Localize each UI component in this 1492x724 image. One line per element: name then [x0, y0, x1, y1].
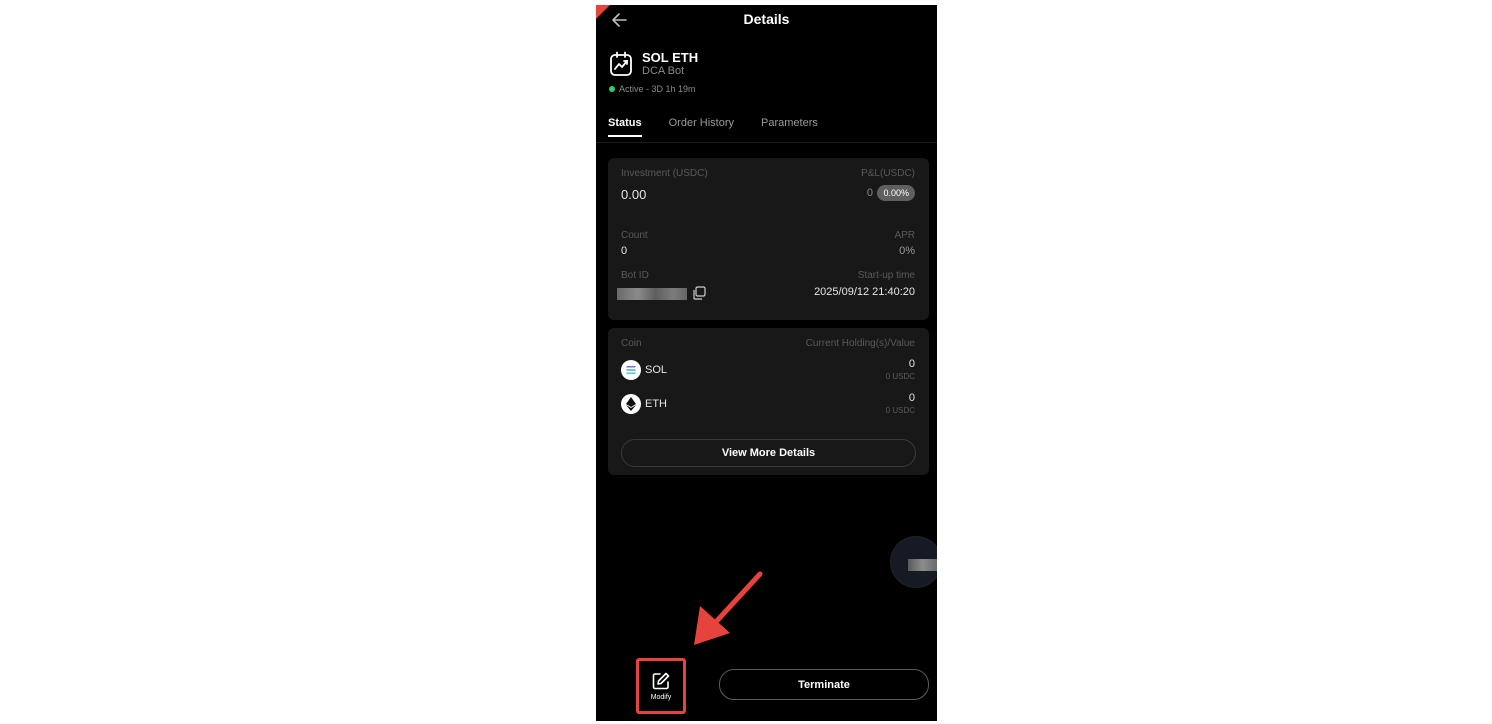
summary-card: Investment (USDC) 0.00 P&L(USDC) 0 0.00%… — [608, 158, 929, 320]
status-dot-icon — [609, 86, 615, 92]
bot-chart-icon — [610, 51, 632, 76]
coin-symbol-eth: ETH — [645, 398, 667, 410]
tab-order-history[interactable]: Order History — [669, 117, 734, 137]
copy-icon[interactable] — [692, 286, 706, 300]
startup-time-value: 2025/09/12 21:40:20 — [814, 286, 915, 298]
apr-value: 0% — [899, 245, 915, 257]
pnl-percent-badge: 0.00% — [877, 185, 915, 201]
page-title: Details — [743, 11, 790, 27]
terminate-button[interactable]: Terminate — [719, 669, 929, 700]
pnl-value: 0 — [866, 187, 873, 199]
modify-label: Modify — [650, 694, 672, 701]
investment-label: Investment (USDC) — [621, 168, 708, 179]
tab-parameters[interactable]: Parameters — [761, 117, 818, 137]
floating-button-redacted — [908, 559, 937, 571]
app-screen: Details SOL ETH DCA Bot Active - 3D 1h 1… — [596, 5, 937, 721]
coin-value-sol: 0 USDC — [885, 372, 915, 381]
coin-value-eth: 0 USDC — [885, 406, 915, 415]
coin-row-eth: ETH — [621, 394, 667, 414]
investment-value: 0.00 — [621, 187, 647, 202]
bot-status-text: Active - 3D 1h 19m — [619, 84, 696, 94]
tab-status[interactable]: Status — [608, 117, 642, 137]
coin-header: Coin — [621, 338, 642, 349]
bot-status: Active - 3D 1h 19m — [609, 84, 696, 94]
holdings-value-header: Current Holding(s)/Value — [805, 338, 915, 349]
coin-row-sol: SOL — [621, 360, 667, 380]
pnl-label: P&L(USDC) — [861, 168, 915, 179]
holdings-card: Coin Current Holding(s)/Value SOL 0 0 US… — [608, 328, 929, 475]
coin-symbol-sol: SOL — [645, 364, 668, 376]
tab-bar: Status Order History Parameters — [608, 117, 845, 137]
bot-type-label: DCA Bot — [642, 65, 685, 77]
ethereum-icon — [621, 394, 641, 414]
solana-icon — [621, 360, 641, 380]
count-value: 0 — [621, 245, 628, 257]
startup-time-label: Start-up time — [857, 270, 915, 281]
coin-amount-sol: 0 — [908, 358, 915, 370]
bot-id-redacted — [617, 288, 687, 300]
tabs-divider — [596, 142, 937, 143]
bot-id-label: Bot ID — [621, 270, 649, 281]
bot-pair-name: SOL ETH — [642, 50, 699, 65]
modify-button[interactable]: Modify — [636, 658, 686, 714]
edit-icon — [652, 672, 670, 690]
count-label: Count — [621, 230, 648, 241]
apr-label: APR — [894, 230, 915, 241]
coin-amount-eth: 0 — [908, 392, 915, 404]
view-more-details-button[interactable]: View More Details — [621, 439, 916, 467]
